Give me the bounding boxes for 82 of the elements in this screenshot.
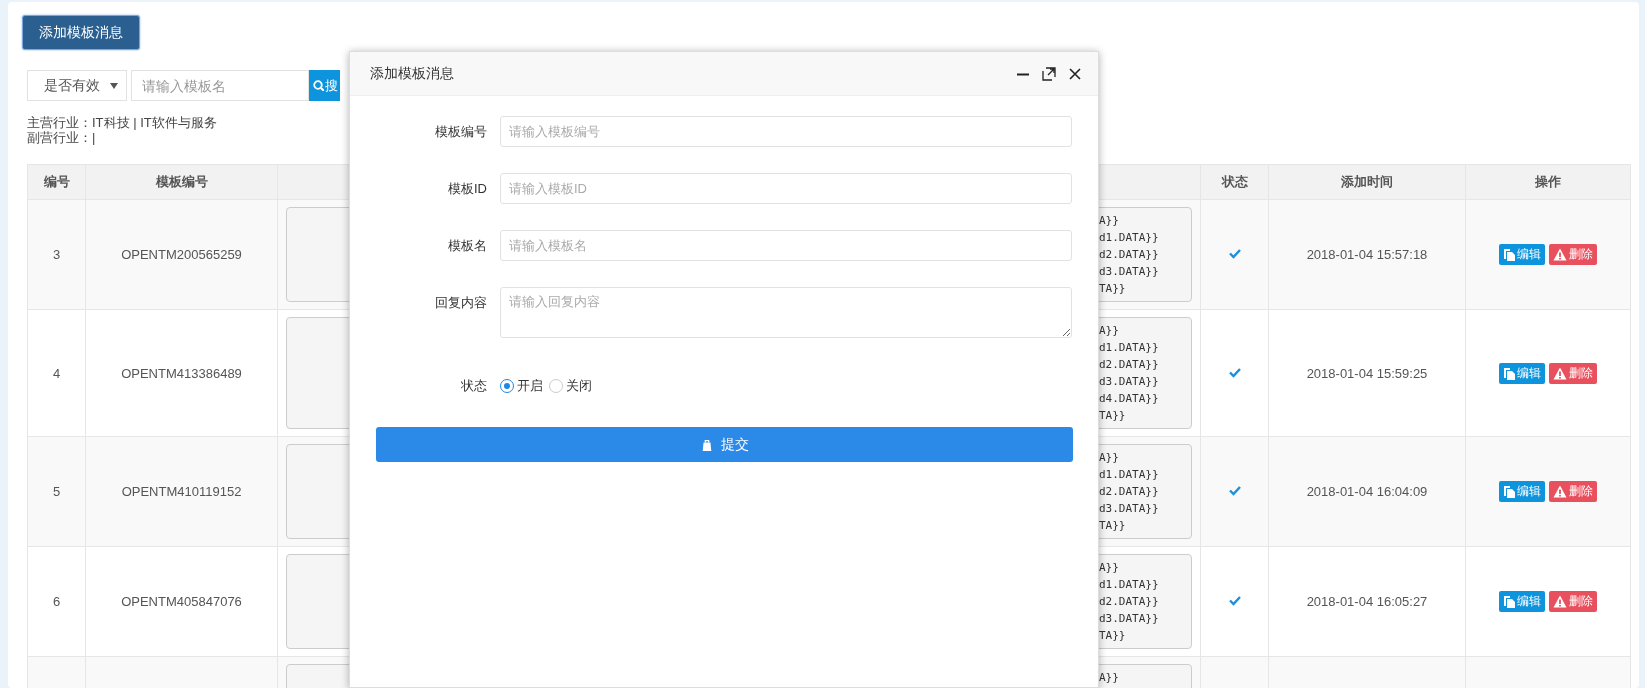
column-header: 编号 [27, 164, 86, 200]
template-id-text: OPENTM200565259 [121, 247, 242, 262]
warning-icon [1553, 248, 1567, 261]
number-text: 3 [52, 247, 61, 262]
code-line: d1.DATA}} [1099, 230, 1159, 246]
radio-label: 开启 [517, 376, 543, 395]
code-line: d2.DATA}} [1099, 357, 1159, 373]
code-line: d3.DATA}} [1099, 264, 1159, 280]
code-line: TA}} [1099, 628, 1126, 644]
document-icon [1503, 366, 1515, 380]
code-line: A}} [1099, 213, 1119, 229]
edit-button[interactable]: 编辑 [1499, 591, 1545, 612]
input-field[interactable]: 请输入模板编号 [500, 116, 1072, 147]
code-line: d3.DATA}} [1099, 374, 1159, 390]
template-id-text: OPENTM413386489 [121, 365, 242, 381]
code-line: d1.DATA}} [1099, 340, 1159, 356]
template-id-text: OPENTM405847076 [121, 594, 242, 609]
number-text: 5 [52, 484, 61, 499]
code-line: d2.DATA}} [1099, 484, 1159, 500]
edit-button[interactable]: 编辑 [1499, 362, 1545, 384]
warning-icon [1553, 485, 1567, 498]
radio-button[interactable] [500, 378, 514, 393]
number-text: 6 [52, 594, 61, 609]
delete-button[interactable]: 删除 [1549, 481, 1597, 502]
document-icon [1503, 248, 1515, 261]
warning-icon [1553, 366, 1567, 380]
warning-icon [1553, 595, 1567, 608]
template-name-search-field[interactable]: 请输入模板名 [131, 70, 309, 101]
radio-label: 关闭 [566, 376, 592, 395]
code-line: TA}} [1099, 281, 1126, 297]
code-line: d1.DATA}} [1099, 467, 1159, 483]
code-line: d4.DATA}} [1099, 391, 1159, 407]
document-icon [1503, 485, 1515, 498]
search-button[interactable]: 搜 [309, 70, 340, 101]
add-template-button[interactable]: 添加模板消息 [22, 15, 140, 50]
number-text: 4 [52, 365, 61, 381]
close-icon[interactable] [1068, 66, 1082, 81]
code-line: d3.DATA}} [1099, 501, 1159, 517]
edit-button[interactable]: 编辑 [1499, 244, 1545, 265]
modal-title: 添加模板消息 [370, 64, 455, 83]
delete-button[interactable]: 删除 [1549, 244, 1597, 265]
primary-industry-text: 主营行业：IT科技 | IT软件与服务 [27, 115, 217, 130]
bag-icon [700, 437, 713, 452]
template-id-text: OPENTM410119152 [121, 484, 242, 499]
reply-content-field[interactable]: 请输入回复内容 [500, 287, 1072, 338]
code-line: A}} [1099, 450, 1119, 466]
code-line: TA}} [1099, 518, 1126, 534]
submit-button[interactable]: 提交 [376, 427, 1073, 462]
code-line: A}} [1099, 323, 1119, 339]
field-label: 模板编号 [434, 123, 488, 141]
code-line: A}} [1099, 560, 1119, 576]
select-value: 是否有效 [44, 76, 100, 95]
edit-button[interactable]: 编辑 [1499, 481, 1545, 502]
column-header: 状态 [1200, 164, 1269, 200]
caret-icon [110, 82, 118, 89]
search-icon [313, 80, 324, 91]
added-time-text: 2018-01-04 15:59:25 [1306, 365, 1428, 381]
input-field[interactable]: 请输入模板名 [500, 230, 1072, 261]
secondary-industry-text: 副营行业：| [27, 130, 96, 145]
document-icon [1503, 595, 1515, 608]
input-field[interactable]: 请输入模板ID [500, 173, 1072, 204]
code-line: d2.DATA}} [1099, 594, 1159, 610]
validity-select[interactable]: 是否有效 [27, 70, 127, 101]
code-line: TA}} [1099, 408, 1126, 424]
field-label: 回复内容 [434, 294, 488, 312]
column-header: 添加时间 [1268, 164, 1466, 200]
field-label: 状态 [460, 377, 488, 395]
radio-button[interactable] [549, 378, 563, 393]
code-line: d3.DATA}} [1099, 611, 1159, 627]
field-label: 模板名 [447, 237, 488, 255]
code-line: d2.DATA}} [1099, 247, 1159, 263]
added-time-text: 2018-01-04 16:05:27 [1306, 594, 1428, 609]
field-label: 模板ID [447, 180, 488, 198]
delete-button[interactable]: 删除 [1549, 591, 1597, 612]
maximize-icon[interactable] [1042, 66, 1056, 81]
column-header: 操作 [1465, 164, 1631, 200]
delete-button[interactable]: 删除 [1549, 362, 1597, 384]
code-line: A}} [1099, 670, 1119, 686]
added-time-text: 2018-01-04 16:04:09 [1306, 484, 1428, 499]
code-line: d1.DATA}} [1099, 577, 1159, 593]
column-header: 模板编号 [85, 164, 278, 200]
added-time-text: 2018-01-04 15:57:18 [1306, 247, 1428, 262]
